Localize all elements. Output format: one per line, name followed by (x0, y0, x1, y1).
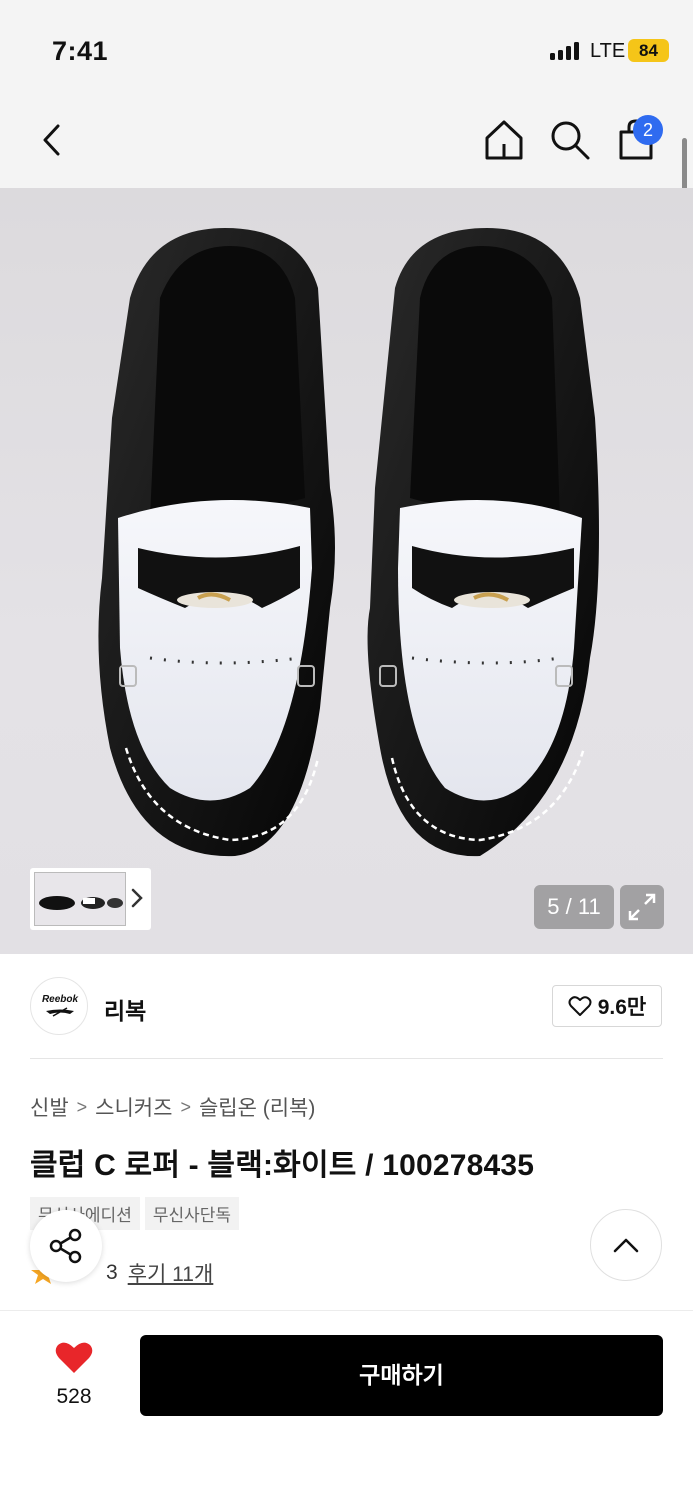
rating-value: 3 (106, 1261, 118, 1284)
heart-icon (55, 1342, 93, 1373)
buy-button[interactable]: 구매하기 (140, 1335, 663, 1416)
chevron-left-icon (43, 124, 60, 156)
nav-bar (0, 92, 693, 188)
review-link[interactable]: 후기 11개 (128, 1258, 214, 1288)
expand-button[interactable] (620, 885, 664, 929)
home-icon (485, 120, 523, 160)
breadcrumb-item-slip-on[interactable]: 슬립온 (리복) (199, 1092, 315, 1122)
wishlist-count: 528 (56, 1385, 92, 1408)
cart-count-badge: 2 (633, 115, 663, 145)
share-icon (49, 1228, 82, 1264)
status-bar: 7:41 LTE 84 (0, 0, 693, 92)
expand-icon (628, 893, 656, 921)
heart-outline-icon (568, 996, 592, 1016)
reebok-vector-icon (46, 1007, 74, 1017)
breadcrumb-item-sneakers[interactable]: 스니커즈 (95, 1092, 172, 1122)
search-icon (551, 121, 590, 160)
brand-like-button[interactable]: 9.6만 (552, 985, 662, 1027)
chevron-up-icon (613, 1238, 639, 1253)
chevron-right-icon: > (76, 1096, 88, 1117)
search-button[interactable] (546, 116, 594, 164)
brand-logo[interactable]: Reebok (30, 977, 88, 1035)
thumbnail-strip[interactable] (30, 868, 151, 930)
breadcrumb: 신발 > 스니커즈 > 슬립온 (리복) (30, 1092, 315, 1122)
battery-icon: 84 (628, 39, 669, 62)
right-shoe (367, 228, 599, 857)
home-button[interactable] (480, 116, 528, 164)
thumbnail-image[interactable] (34, 872, 126, 926)
network-label: LTE (590, 40, 626, 62)
tag-musinsa-exclusive: 무신사단독 (144, 1197, 240, 1230)
image-page-counter: 5 / 11 (534, 885, 614, 929)
wishlist-button[interactable]: 528 (36, 1341, 112, 1411)
product-photo-loafers (98, 228, 599, 857)
left-shoe (98, 228, 335, 857)
divider (30, 1058, 663, 1059)
signal-icon (550, 42, 582, 60)
scroll-to-top-button[interactable] (590, 1209, 662, 1281)
breadcrumb-item-shoes[interactable]: 신발 (30, 1092, 69, 1122)
share-button[interactable] (30, 1210, 102, 1282)
bottom-action-bar: 528 구매하기 (0, 1310, 693, 1500)
product-title: 클럽 C 로퍼 - 블랙:화이트 / 100278435 (30, 1149, 535, 1182)
status-time: 7:41 (52, 36, 109, 66)
product-image-gallery[interactable]: 5 / 11 (0, 188, 693, 954)
chevron-right-icon: > (180, 1096, 191, 1117)
chevron-right-icon[interactable] (128, 884, 146, 912)
brand-name[interactable]: 리복 (104, 992, 146, 1026)
brand-like-count: 9.6만 (597, 996, 647, 1019)
back-button[interactable] (28, 114, 76, 166)
